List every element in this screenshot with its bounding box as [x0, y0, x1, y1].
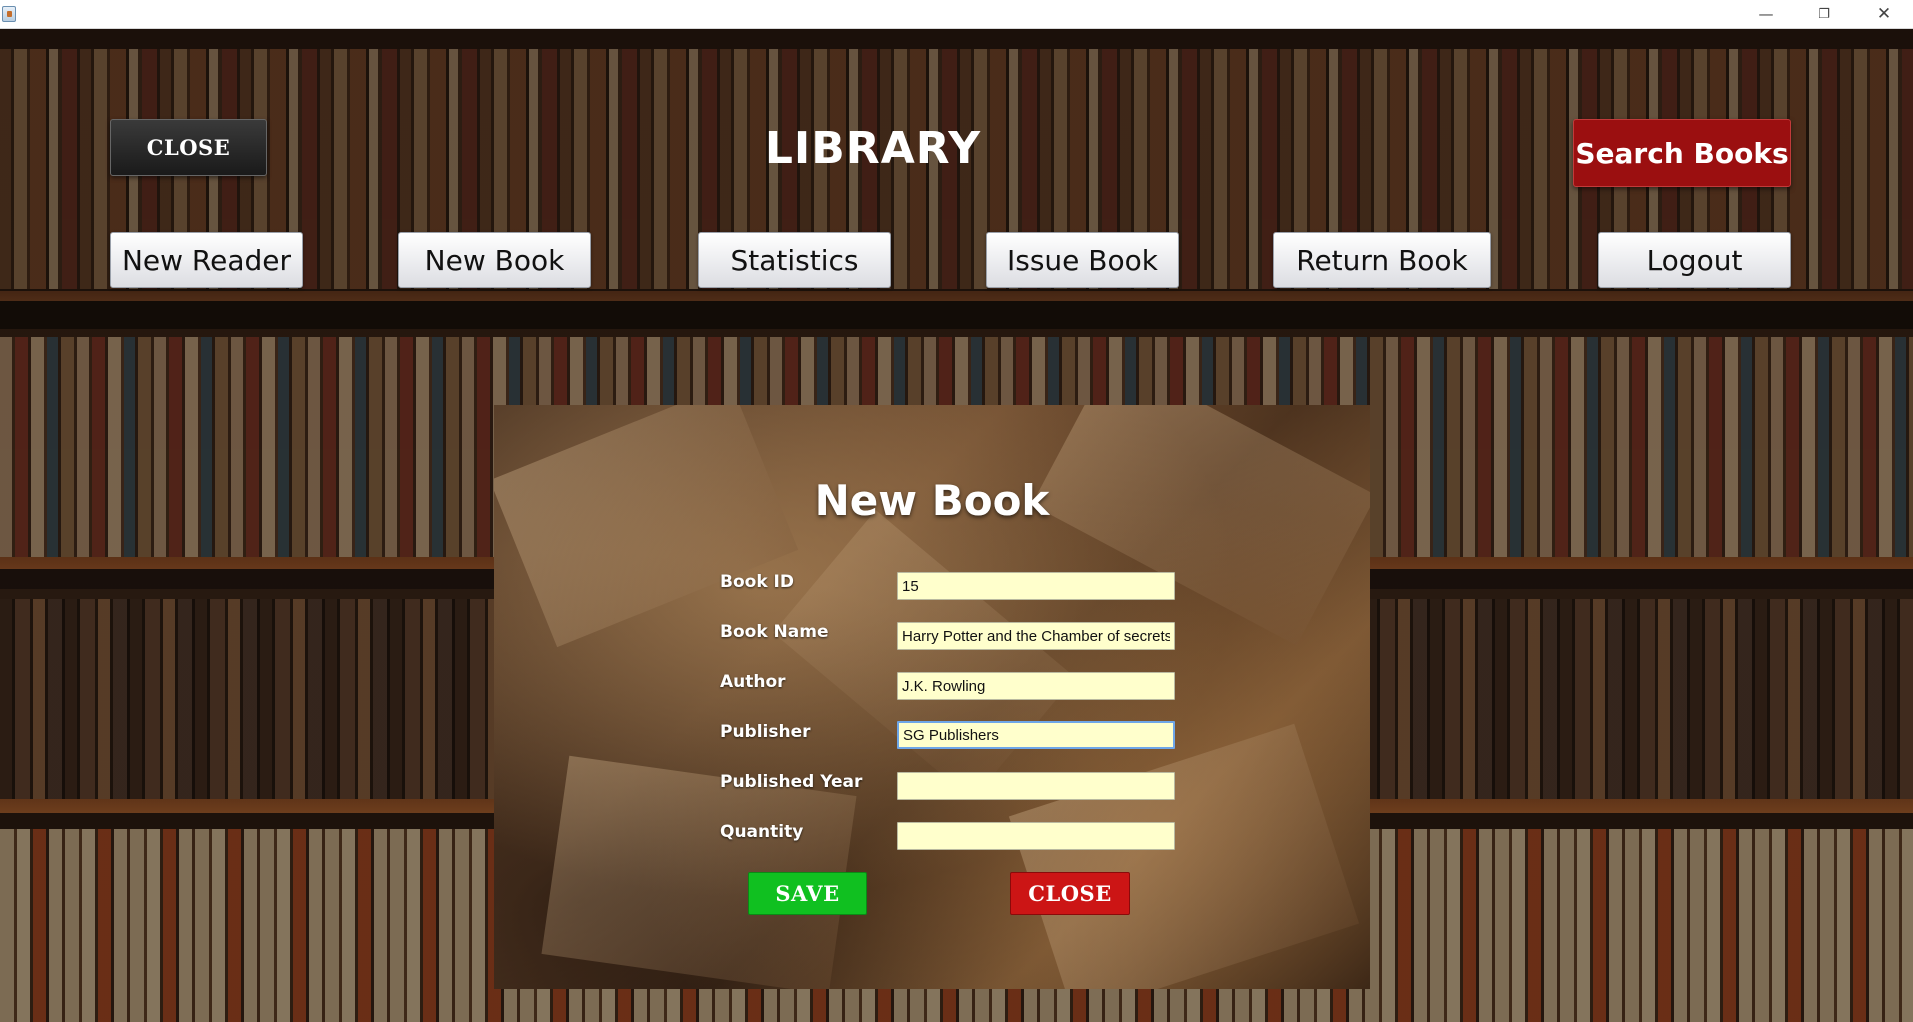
window-titlebar: — ❐ ✕	[0, 0, 1913, 29]
author-field[interactable]	[897, 672, 1175, 700]
logout-button[interactable]: Logout	[1598, 232, 1791, 288]
book-page-decoration	[772, 510, 1076, 800]
minimize-button[interactable]: —	[1737, 0, 1795, 29]
new-book-button[interactable]: New Book	[398, 232, 591, 288]
save-button[interactable]: SAVE	[748, 872, 867, 915]
publisher-label: Publisher	[720, 722, 811, 742]
published-year-label: Published Year	[720, 772, 863, 792]
published-year-field[interactable]	[897, 772, 1175, 800]
page-title: LIBRARY	[764, 123, 982, 174]
dialog-close-button[interactable]: CLOSE	[1010, 872, 1130, 915]
dialog-title: New Book	[814, 476, 1050, 525]
java-app-icon	[2, 6, 16, 22]
window-close-button[interactable]: ✕	[1855, 0, 1913, 29]
quantity-field[interactable]	[897, 822, 1175, 850]
main-close-button[interactable]: CLOSE	[110, 119, 267, 176]
issue-book-button[interactable]: Issue Book	[986, 232, 1179, 288]
search-books-button[interactable]: Search Books	[1573, 119, 1791, 187]
quantity-label: Quantity	[720, 822, 804, 842]
book-id-field[interactable]	[897, 572, 1175, 600]
return-book-button[interactable]: Return Book	[1273, 232, 1491, 288]
maximize-button[interactable]: ❐	[1795, 0, 1853, 29]
statistics-button[interactable]: Statistics	[698, 232, 891, 288]
new-book-dialog: New Book Book ID Book Name Author Publis…	[494, 405, 1370, 989]
publisher-field[interactable]	[897, 721, 1175, 749]
new-reader-button[interactable]: New Reader	[110, 232, 303, 288]
author-label: Author	[720, 672, 786, 692]
book-id-label: Book ID	[720, 572, 794, 592]
book-name-field[interactable]	[897, 622, 1175, 650]
book-name-label: Book Name	[720, 622, 829, 642]
book-page-decoration	[1008, 723, 1360, 989]
